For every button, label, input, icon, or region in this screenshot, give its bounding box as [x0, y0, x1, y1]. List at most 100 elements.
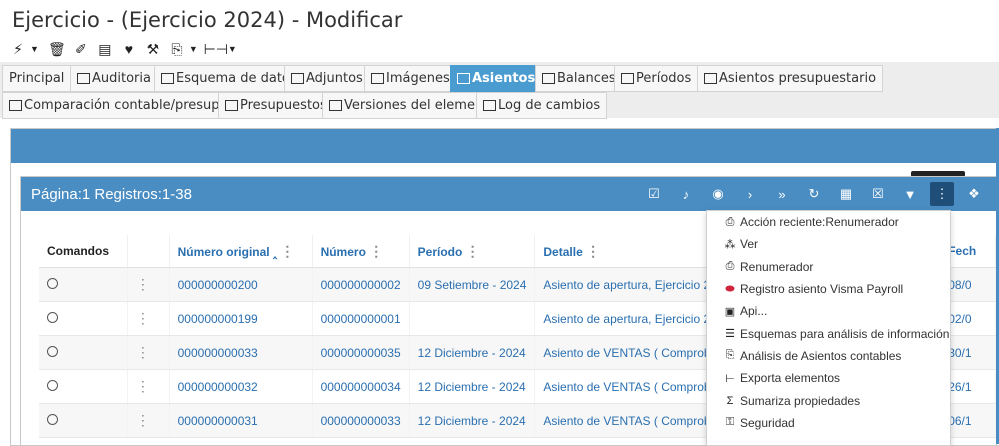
cell-numero[interactable]: 000000000001 — [312, 301, 410, 336]
row-select[interactable] — [39, 369, 128, 404]
tab-asientos-presupuestario[interactable]: Asientos presupuestario — [697, 65, 884, 92]
more-vertical-icon[interactable]: ⋮ — [136, 344, 150, 360]
trash-icon[interactable]: 🗑︎ — [47, 39, 67, 59]
menu-item-analisis-asientos[interactable]: ⎘ Análisis de Asientos contables — [707, 345, 950, 367]
visma-icon: ⬬ — [725, 282, 735, 295]
row-select[interactable] — [39, 267, 128, 302]
cell-periodo[interactable] — [409, 301, 536, 336]
more-vertical-icon[interactable]: ⋮ — [136, 412, 150, 428]
column-header-numero-original[interactable]: Número original ‸ ⋮ — [169, 235, 313, 268]
chevron-down-icon[interactable]: ▼ — [228, 44, 237, 54]
row-actions[interactable]: ⋮ — [127, 301, 170, 336]
column-menu-icon[interactable]: ⋮ — [466, 243, 480, 259]
sort-asc-icon[interactable]: ‸ — [273, 245, 277, 259]
cubes-icon[interactable]: ❖ — [962, 182, 986, 206]
tab-log-de-cambios[interactable]: Log de cambios — [476, 92, 608, 119]
cell-numero-original[interactable]: 000000000033 — [169, 335, 313, 370]
column-header-comandos[interactable]: Comandos — [39, 235, 128, 268]
cell-periodo[interactable]: 12 Diciembre - 2024 — [409, 369, 536, 404]
column-label: Número — [320, 244, 366, 259]
calendar-icon[interactable]: ▦ — [834, 182, 858, 206]
menu-item-ver[interactable]: ⁂ Ver — [707, 233, 950, 255]
cell-numero[interactable]: 000000000002 — [312, 267, 410, 302]
menu-item-registro-visma[interactable]: ⬬ Registro asiento Visma Payroll — [707, 278, 950, 300]
cell-periodo[interactable]: 12 Diciembre - 2024 — [409, 335, 536, 370]
grid-title: Página:1 Registros:1-38 — [31, 185, 192, 203]
tab-auditoria[interactable]: Auditoria — [70, 65, 158, 92]
hierarchy-icon[interactable]: ⊢⊣ — [204, 39, 228, 59]
cell-numero[interactable]: 000000000034 — [312, 369, 410, 404]
menu-item-api[interactable]: ▣ Api... — [707, 300, 950, 322]
tab-label: Períodos — [636, 71, 692, 86]
tab-imagenes[interactable]: Imágenes — [364, 65, 457, 92]
check-square-icon[interactable]: ☑ — [642, 182, 666, 206]
column-menu-icon[interactable]: ⋮ — [369, 243, 383, 259]
renumber-icon: ⎙ — [725, 215, 735, 228]
lightning-icon[interactable]: ⚡︎ — [8, 39, 28, 59]
menu-item-accion-reciente[interactable]: ⎙ Acción reciente:Renumerador — [707, 211, 950, 233]
more-vertical-icon[interactable]: ⋮ — [136, 310, 150, 326]
images-icon — [371, 73, 384, 84]
tab-adjuntos[interactable]: Adjuntos — [284, 65, 370, 92]
row-select[interactable] — [39, 335, 128, 370]
cell-periodo[interactable]: 12 Diciembre - 2024 — [409, 403, 536, 438]
column-label: Período — [417, 244, 463, 259]
radio-button[interactable] — [47, 379, 58, 391]
tab-asientos[interactable]: Asientos — [450, 65, 543, 92]
more-vertical-icon[interactable]: ⋮ — [136, 276, 150, 292]
column-menu-icon[interactable]: ⋮ — [280, 243, 294, 259]
menu-item-esquemas-analisis[interactable]: ☰ Esquemas para análisis de información — [707, 322, 950, 344]
column-header-periodo[interactable]: Período ⋮ — [409, 235, 536, 268]
tab-balances[interactable]: Balances — [535, 65, 623, 92]
main-toolbar: ⚡︎ ▼ 🗑︎ ✐ ▤ ♥ ⚒ ⎘ ▼ ⊢⊣ ▼ — [8, 37, 241, 61]
radio-button[interactable] — [47, 311, 58, 323]
tab-presupuestos[interactable]: Presupuestos — [218, 92, 334, 119]
row-select[interactable] — [39, 403, 128, 438]
pin-icon — [291, 73, 304, 84]
radio-button[interactable] — [47, 413, 58, 425]
cell-numero-original[interactable]: 000000000032 — [169, 369, 313, 404]
tab-label: Asientos — [472, 71, 536, 86]
double-chevron-right-icon[interactable]: » — [770, 182, 794, 206]
outer-panel-header — [11, 129, 999, 163]
bell-icon[interactable]: ♪ — [674, 182, 698, 206]
more-vertical-icon[interactable]: ⋮ — [136, 378, 150, 394]
more-vertical-icon[interactable]: ⋮ — [930, 182, 954, 206]
tab-periodos[interactable]: Períodos — [614, 65, 699, 92]
table-icon — [9, 100, 22, 111]
column-header-numero[interactable]: Número ⋮ — [312, 235, 410, 268]
menu-item-renumerador[interactable]: ⎙ Renumerador — [707, 256, 950, 278]
tools-icon[interactable]: ⚒ — [143, 39, 163, 59]
menu-item-seguridad[interactable]: ⚿ Seguridad — [707, 412, 950, 434]
menu-item-sumariza-propiedades[interactable]: Σ Sumariza propiedades — [707, 389, 950, 411]
grid-header-icons: ☑ ♪ ◉ › » ↻ ▦ ☒ ▼ ⋮ ❖ — [642, 181, 986, 207]
radio-button[interactable] — [47, 345, 58, 357]
eye-icon[interactable]: ◉ — [706, 182, 730, 206]
row-actions[interactable]: ⋮ — [127, 369, 170, 404]
excel-icon[interactable]: ☒ — [866, 182, 890, 206]
cell-numero[interactable]: 000000000035 — [312, 335, 410, 370]
chevron-down-icon[interactable]: ▼ — [30, 44, 39, 54]
row-actions[interactable]: ⋮ — [127, 267, 170, 302]
radio-button[interactable] — [47, 277, 58, 289]
cell-periodo[interactable]: 09 Setiembre - 2024 — [409, 267, 536, 302]
pin-icon[interactable]: ✐ — [71, 39, 91, 59]
chevron-right-icon[interactable]: › — [738, 182, 762, 206]
tab-principal[interactable]: Principal — [2, 65, 72, 92]
row-actions[interactable]: ⋮ — [127, 335, 170, 370]
filter-icon[interactable]: ▼ — [898, 182, 922, 206]
heart-icon[interactable]: ♥ — [119, 39, 139, 59]
refresh-icon[interactable]: ↻ — [802, 182, 826, 206]
row-actions[interactable]: ⋮ — [127, 403, 170, 438]
cell-numero-original[interactable]: 000000000199 — [169, 301, 313, 336]
cell-numero[interactable]: 000000000033 — [312, 403, 410, 438]
cell-numero-original[interactable]: 000000000200 — [169, 267, 313, 302]
menu-item-exporta-elementos[interactable]: ⊢ Exporta elementos — [707, 367, 950, 389]
column-menu-icon[interactable]: ⋮ — [586, 243, 600, 259]
images-icon[interactable]: ▤ — [95, 39, 115, 59]
tab-esquema-de-datos[interactable]: Esquema de datos — [154, 65, 304, 92]
cell-numero-original[interactable]: 000000000031 — [169, 403, 313, 438]
row-select[interactable] — [39, 301, 128, 336]
chevron-down-icon[interactable]: ▼ — [189, 44, 198, 54]
clipboard-icon[interactable]: ⎘ — [167, 39, 187, 59]
